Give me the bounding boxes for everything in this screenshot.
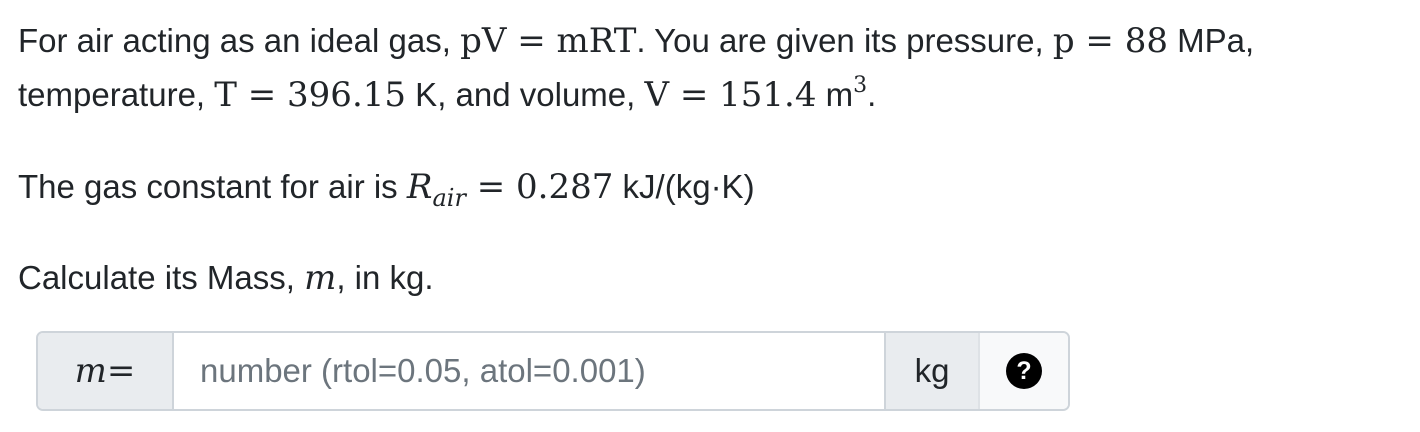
answer-unit-label: kg bbox=[884, 333, 978, 409]
mass-answer-input[interactable] bbox=[174, 333, 884, 409]
line-end: . bbox=[867, 76, 877, 113]
prompt-suffix: , in kg. bbox=[336, 259, 434, 296]
help-button[interactable]: ? bbox=[978, 333, 1068, 409]
pressure-value: p = 88 bbox=[1052, 21, 1168, 61]
answer-variable-label: m = bbox=[38, 333, 174, 409]
intro-text: For air acting as an ideal gas, bbox=[18, 22, 461, 59]
pressure-unit: MPa, bbox=[1167, 22, 1255, 59]
gas-constant-symbol: R bbox=[406, 167, 433, 207]
question-prompt: Calculate its Mass, m, in kg. bbox=[18, 251, 1398, 305]
after-equation-text: . You are given its pressure, bbox=[636, 22, 1053, 59]
gas-constant-statement: The gas constant for air is Rair = 0.287… bbox=[18, 160, 1398, 217]
ideal-gas-equation: pV = mRT bbox=[460, 21, 637, 61]
question-body: For air acting as an ideal gas, pV = mRT… bbox=[18, 14, 1398, 305]
gas-constant-unit: kJ/(kg·K) bbox=[613, 168, 755, 205]
temperature-value: T = 396.15 bbox=[214, 75, 407, 115]
gas-constant-subscript: air bbox=[432, 184, 466, 212]
temperature-label: temperature, bbox=[18, 76, 215, 113]
volume-value: V = 151.4 bbox=[644, 75, 817, 115]
volume-unit: m bbox=[816, 76, 854, 113]
answer-input-group: m = kg ? bbox=[36, 331, 1070, 411]
question-statement: For air acting as an ideal gas, pV = mRT… bbox=[18, 14, 1398, 126]
temperature-unit: K, and volume, bbox=[406, 76, 645, 113]
prompt-text: Calculate its Mass, bbox=[18, 259, 305, 296]
prompt-variable: m bbox=[304, 258, 337, 298]
gas-constant-value: = 0.287 bbox=[465, 167, 614, 207]
question-mark-icon[interactable]: ? bbox=[1006, 353, 1042, 389]
volume-exponent: 3 bbox=[853, 73, 868, 98]
gas-constant-text: The gas constant for air is bbox=[18, 168, 407, 205]
